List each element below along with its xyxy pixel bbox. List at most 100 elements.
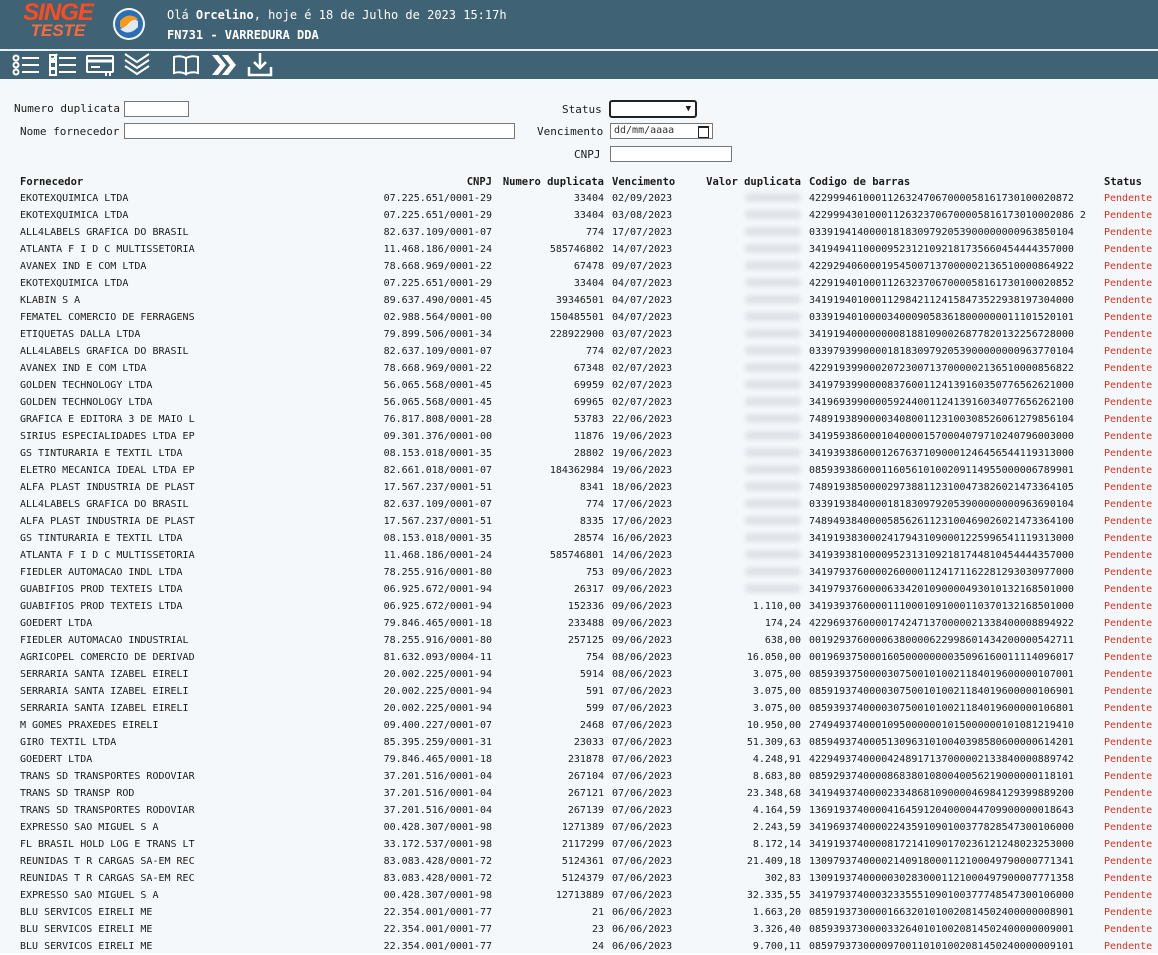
table-row[interactable]: SERRARIA SANTA IZABEL EIRELI 20.002.225/0… — [16, 666, 1158, 683]
table-row[interactable]: ALL4LABELS GRAFICA DO BRASIL 82.637.109/0… — [16, 343, 1158, 360]
table-row[interactable]: ALFA PLAST INDUSTRIA DE PLAST 17.567.237/… — [16, 513, 1158, 530]
cell-vencimento: 09/07/2023 — [612, 261, 673, 272]
table-row[interactable]: GIRO TEXTIL LTDA 85.395.259/0001-31 23033 0… — [16, 734, 1158, 751]
cell-valor — [700, 258, 805, 275]
cell-fornecedor: GOEDERT LTDA — [20, 754, 93, 765]
cell-cnpj: 11.468.186/0001-24 — [383, 244, 492, 255]
col-status[interactable]: Status — [1100, 173, 1158, 190]
table-row[interactable]: ATLANTA F I D C MULTISSETORIA 11.468.186/… — [16, 241, 1158, 258]
cell-status: Pendente — [1104, 873, 1153, 884]
cell-fornecedor: FIEDLER AUTOMACAO INDL LTDA — [20, 567, 183, 578]
table-row[interactable]: AGRICOPEL COMERCIO DE DERIVAD 81.632.093/… — [16, 649, 1158, 666]
table-row[interactable]: GUABIFIOS PROD TEXTEIS LTDA 06.925.672/00… — [16, 581, 1158, 598]
status-label: Status — [562, 103, 602, 116]
col-fornecedor[interactable]: Fornecedor — [16, 173, 236, 190]
cell-status: Pendente — [1104, 703, 1153, 714]
cell-cnpj: 07.225.651/0001-29 — [383, 278, 492, 289]
col-cnpj[interactable]: CNPJ — [236, 173, 496, 190]
table-row[interactable]: BLU SERVICOS EIRELI ME 22.354.001/0001-77… — [16, 938, 1158, 955]
table-row[interactable]: ETIQUETAS DALLA LTDA 79.899.506/0001-34 22… — [16, 326, 1158, 343]
cell-valor: 1.110,00 — [752, 601, 801, 612]
table-row[interactable]: ALFA PLAST INDUSTRIA DE PLAST 17.567.237/… — [16, 479, 1158, 496]
table-row[interactable]: FIEDLER AUTOMACAO INDL LTDA 78.255.916/00… — [16, 564, 1158, 581]
table-row[interactable]: M GOMES PRAXEDES EIRELI 09.400.227/0001-0… — [16, 717, 1158, 734]
cell-numero: 33404 — [573, 210, 604, 221]
table-row[interactable]: ELETRO MECANICA IDEAL LTDA EP 82.661.018/… — [16, 462, 1158, 479]
numero-duplicata-input[interactable] — [124, 101, 189, 117]
table-row[interactable]: AVANEX IND E COM LTDA 78.668.969/0001-22 6… — [16, 360, 1158, 377]
table-row[interactable]: AVANEX IND E COM LTDA 78.668.969/0001-22 6… — [16, 258, 1158, 275]
col-valor-duplicata[interactable]: Valor duplicata — [700, 173, 805, 190]
col-vencimento[interactable]: Vencimento — [608, 173, 700, 190]
table-row[interactable]: BLU SERVICOS EIRELI ME 22.354.001/0001-77… — [16, 921, 1158, 938]
calendar-icon[interactable] — [698, 126, 709, 138]
table-row[interactable]: GS TINTURARIA E TEXTIL LTDA 08.153.018/00… — [16, 530, 1158, 547]
cnpj-label: CNPJ — [574, 148, 601, 161]
cell-fornecedor: GOEDERT LTDA — [20, 618, 93, 629]
table-row[interactable]: BLU SERVICOS EIRELI ME 22.354.001/0001-77… — [16, 904, 1158, 921]
double-chevron-down-icon[interactable] — [121, 51, 153, 79]
cell-cnpj: 82.637.109/0001-07 — [383, 227, 492, 238]
nome-fornecedor-input[interactable] — [124, 123, 515, 139]
cell-fornecedor: ALL4LABELS GRAFICA DO BRASIL — [20, 499, 189, 510]
table-row[interactable]: GOLDEN TECHNOLOGY LTDA 56.065.568/0001-45… — [16, 394, 1158, 411]
nome-fornecedor-label: Nome fornecedor — [20, 125, 120, 138]
table-row[interactable]: GOLDEN TECHNOLOGY LTDA 56.065.568/0001-45… — [16, 377, 1158, 394]
book-icon[interactable] — [170, 51, 202, 79]
cell-numero: 228922900 — [549, 329, 604, 340]
table-row[interactable]: ALL4LABELS GRAFICA DO BRASIL 82.637.109/0… — [16, 496, 1158, 513]
cell-vencimento: 07/06/2023 — [612, 873, 673, 884]
cnpj-input[interactable] — [610, 146, 732, 162]
cell-codigo-barras: 3419693740000224359109010037782854730010… — [809, 822, 1074, 833]
cell-status: Pendente — [1104, 278, 1153, 289]
table-row[interactable]: FL BRASIL HOLD LOG E TRANS LT 33.172.537/… — [16, 836, 1158, 853]
cell-cnpj: 85.395.259/0001-31 — [383, 737, 492, 748]
table-row[interactable]: EKOTEXQUIMICA LTDA 07.225.651/0001-29 3340… — [16, 275, 1158, 292]
checklist-icon[interactable] — [47, 51, 79, 79]
redacted-value — [745, 447, 801, 457]
redacted-value — [745, 566, 801, 576]
cell-valor — [700, 445, 805, 462]
table-row[interactable]: GRAFICA E EDITORA 3 DE MAIO L 76.817.808/… — [16, 411, 1158, 428]
table-row[interactable]: EXPRESSO SAO MIGUEL S A 00.428.307/0001-9… — [16, 887, 1158, 904]
table-row[interactable]: EKOTEXQUIMICA LTDA 07.225.651/0001-29 3340… — [16, 190, 1158, 207]
table-row[interactable]: KLABIN S A 89.637.490/0001-45 39346501 04/0… — [16, 292, 1158, 309]
table-row[interactable]: EXPRESSO SAO MIGUEL S A 00.428.307/0001-9… — [16, 819, 1158, 836]
table-row[interactable]: REUNIDAS T R CARGAS SA-EM REC 83.083.428/… — [16, 870, 1158, 887]
table-row[interactable]: TRANS SD TRANSP ROD 37.201.516/0001-04 267… — [16, 785, 1158, 802]
cell-status: Pendente — [1104, 839, 1153, 850]
cell-codigo-barras: 0859793730000970011010100208145024000000… — [809, 941, 1074, 952]
cell-cnpj: 76.817.808/0001-28 — [383, 414, 492, 425]
table-row[interactable]: GS TINTURARIA E TEXTIL LTDA 08.153.018/00… — [16, 445, 1158, 462]
table-row[interactable]: FIEDLER AUTOMACAO INDUSTRIAL 78.255.916/0… — [16, 632, 1158, 649]
table-row[interactable]: TRANS SD TRANSPORTES RODOVIAR 37.201.516/… — [16, 768, 1158, 785]
table-row[interactable]: TRANS SD TRANSPORTES RODOVIAR 37.201.516/… — [16, 802, 1158, 819]
table-row[interactable]: GOEDERT LTDA 79.846.465/0001-18 233488 09/0… — [16, 615, 1158, 632]
cell-valor — [700, 360, 805, 377]
table-row[interactable]: EKOTEXQUIMICA LTDA 07.225.651/0001-29 3340… — [16, 207, 1158, 224]
table-row[interactable]: ALL4LABELS GRAFICA DO BRASIL 82.637.109/0… — [16, 224, 1158, 241]
cell-numero: 53783 — [573, 414, 604, 425]
table-row[interactable]: SIRIUS ESPECIALIDADES LTDA EP 09.301.376/… — [16, 428, 1158, 445]
table-row[interactable]: ATLANTA F I D C MULTISSETORIA 11.468.186/… — [16, 547, 1158, 564]
table-row[interactable]: FEMATEL COMERCIO DE FERRAGENS 02.988.564/… — [16, 309, 1158, 326]
cell-cnpj: 22.354.001/0001-77 — [383, 941, 492, 952]
col-codigo-barras[interactable]: Codigo de barras — [805, 173, 1100, 190]
vencimento-date-input[interactable]: dd/mm/aaaa — [610, 123, 713, 139]
table-row[interactable]: GUABIFIOS PROD TEXTEIS LTDA 06.925.672/00… — [16, 598, 1158, 615]
table-row[interactable]: SERRARIA SANTA IZABEL EIRELI 20.002.225/0… — [16, 700, 1158, 717]
list-icon[interactable] — [10, 51, 42, 79]
redacted-value — [745, 583, 801, 593]
cell-status: Pendente — [1104, 652, 1153, 663]
cell-numero: 5914 — [579, 669, 604, 680]
cell-status: Pendente — [1104, 397, 1153, 408]
table-row[interactable]: REUNIDAS T R CARGAS SA-EM REC 83.083.428/… — [16, 853, 1158, 870]
col-numero-duplicata[interactable]: Numero duplicata — [496, 173, 608, 190]
cell-numero: 67478 — [573, 261, 604, 272]
table-row[interactable]: SERRARIA SANTA IZABEL EIRELI 20.002.225/0… — [16, 683, 1158, 700]
double-chevron-right-icon[interactable] — [207, 51, 239, 79]
card-icon[interactable] — [84, 51, 116, 79]
status-select[interactable]: ▼ — [609, 100, 697, 118]
table-row[interactable]: GOEDERT LTDA 79.846.465/0001-18 231878 07/0… — [16, 751, 1158, 768]
download-icon[interactable] — [244, 51, 276, 79]
